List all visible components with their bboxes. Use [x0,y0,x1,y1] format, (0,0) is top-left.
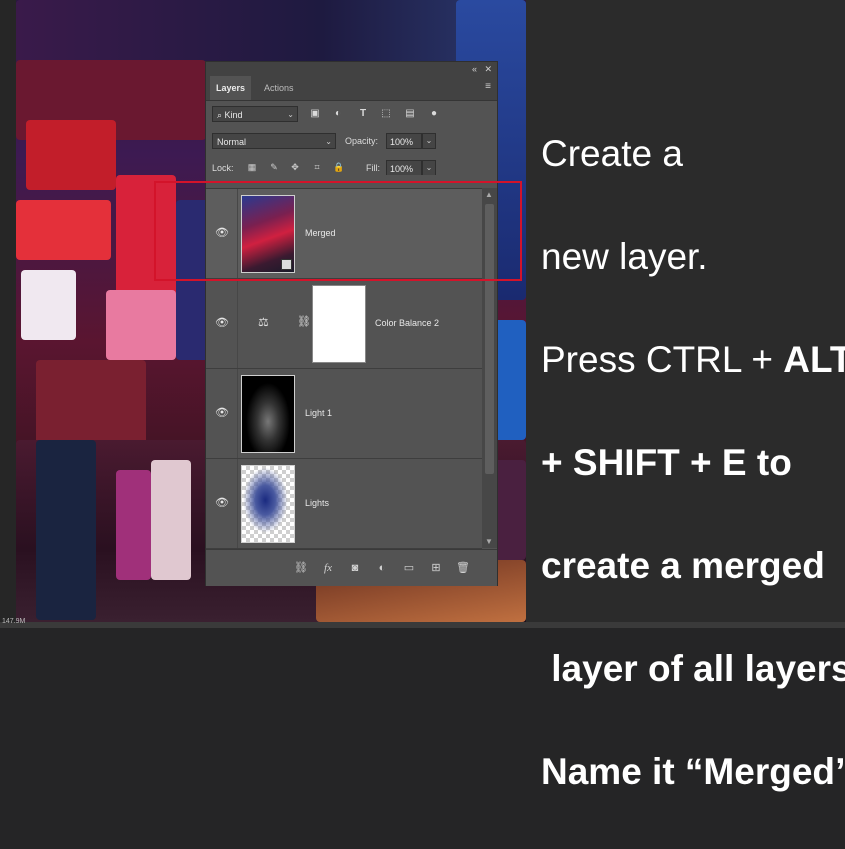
smart-object-badge-icon [281,259,292,270]
shape-filter-icon[interactable]: ⬚ [379,107,393,121]
layers-bottom-toolbar: ⛓ fx ◙ ◐ ▭ ⊞ 🗑 [206,549,497,586]
layers-scrollbar[interactable]: ▲ ▼ [482,188,497,548]
new-group-folder-icon[interactable]: ▭ [401,560,417,576]
fill-field[interactable]: 100% [386,160,422,175]
blend-row: Normal ⌄ Opacity: 100% ⌄ [206,128,497,155]
chevron-down-icon: ⌄ [325,137,332,146]
instruction-line-2: new layer. [541,235,708,277]
instruction-line-6: layer of all layers. [541,647,845,689]
close-icon[interactable]: ✕ [484,63,492,75]
layer-name[interactable]: Lights [305,497,329,509]
layer-name[interactable]: Color Balance 2 [375,317,439,329]
eye-icon[interactable]: 👁 [215,407,229,419]
tab-actions[interactable]: Actions [258,76,300,100]
document-size-text: 147.9M [2,618,26,625]
lock-position-icon[interactable]: ✥ [289,161,301,173]
instruction-line-5: create a merged [541,544,825,586]
instruction-line-4: + SHIFT + E to [541,441,792,483]
blend-mode-dropdown[interactable]: Normal ⌄ [212,133,336,149]
tab-layers[interactable]: Layers [210,76,252,100]
lock-transparency-icon[interactable]: ▦ [246,161,258,173]
new-layer-icon[interactable]: ⊞ [428,560,444,576]
layers-list[interactable]: 👁 Merged 👁 ⚖ ⛓ Color Balance 2 👁 Light 1… [206,188,482,549]
canvas-margin [0,0,16,622]
instruction-line-3b: ALT [783,338,845,380]
divider [237,279,238,368]
layer-thumbnail[interactable] [241,465,295,543]
layer-name[interactable]: Light 1 [305,407,332,419]
trash-icon[interactable]: 🗑 [455,560,471,576]
chevron-down-icon[interactable]: ▼ [485,537,493,546]
divider [237,459,238,548]
chevron-down-icon: ⌄ [287,110,294,119]
layer-row-light-1[interactable]: 👁 Light 1 [206,369,482,459]
instruction-line-3: Press CTRL + ALT [541,334,845,386]
lock-pixels-icon[interactable]: ✎ [268,161,280,173]
new-adjustment-layer-icon[interactable]: ◐ [374,560,390,576]
lock-artboard-icon[interactable]: ⌗ [311,161,323,173]
layer-name[interactable]: Merged [305,227,336,239]
layer-mask-thumbnail[interactable] [312,285,366,363]
layer-row-merged[interactable]: 👁 Merged [206,189,482,279]
layer-thumbnail[interactable] [241,195,295,273]
divider [237,189,238,278]
panel-menu-icon[interactable]: ≡ [485,81,491,92]
link-layers-icon[interactable]: ⛓ [293,560,309,576]
chevron-up-icon[interactable]: ▲ [485,190,493,199]
filter-kind-dropdown[interactable]: ⌕ Kind ⌄ [212,106,298,122]
eye-icon[interactable]: 👁 [215,497,229,509]
fx-icon[interactable]: fx [320,560,336,576]
filter-row: ⌕ Kind ⌄ ▣ ◐ T ⬚ ▤ ● [206,101,497,128]
search-icon: ⌕ [217,110,225,120]
fill-stepper[interactable]: ⌄ [422,160,436,175]
layer-thumbnail[interactable] [241,375,295,453]
eye-icon[interactable]: 👁 [215,317,229,329]
lock-all-icon[interactable]: 🔒 [333,161,345,173]
pixel-filter-icon[interactable]: ▣ [308,107,322,121]
lock-label: Lock: [212,163,234,173]
instruction-line-3a: Press CTRL + [541,338,784,380]
instruction-line-7: Name it “Merged” [541,750,845,792]
type-filter-icon[interactable]: T [356,107,370,121]
panel-title-bar[interactable]: « ✕ [206,62,497,76]
instruction-text: Create a new layer. Press CTRL + ALT + S… [541,76,845,849]
fill-label: Fill: [366,163,380,173]
instruction-line-1: Create a [541,132,683,174]
blend-mode-label: Normal [217,137,247,147]
divider [237,369,238,458]
scroll-thumb[interactable] [485,204,494,474]
add-mask-icon[interactable]: ◙ [347,560,363,576]
layer-row-lights[interactable]: 👁 Lights [206,459,482,549]
smart-object-filter-icon[interactable]: ▤ [403,107,417,121]
adjustment-filter-icon[interactable]: ◐ [331,107,345,121]
filter-toggle-icon[interactable]: ● [427,107,441,121]
opacity-field[interactable]: 100% [386,133,422,149]
layers-panel[interactable]: « ✕ Layers Actions ≡ ⌕ Kind ⌄ ▣ ◐ T ⬚ ▤ … [205,61,498,586]
opacity-stepper[interactable]: ⌄ [422,133,436,149]
color-balance-adjustment-icon: ⚖ [258,315,269,329]
link-icon[interactable]: ⛓ [297,315,311,328]
eye-icon[interactable]: 👁 [215,227,229,239]
filter-kind-label: Kind [224,110,243,120]
layer-row-color-balance[interactable]: 👁 ⚖ ⛓ Color Balance 2 [206,279,482,369]
collapse-icon[interactable]: « [472,63,477,75]
panel-tabs: Layers Actions ≡ [206,76,497,101]
lock-row: Lock: ▦ ✎ ✥ ⌗ 🔒 Fill: 100% ⌄ [206,155,497,175]
opacity-label: Opacity: [345,136,379,146]
